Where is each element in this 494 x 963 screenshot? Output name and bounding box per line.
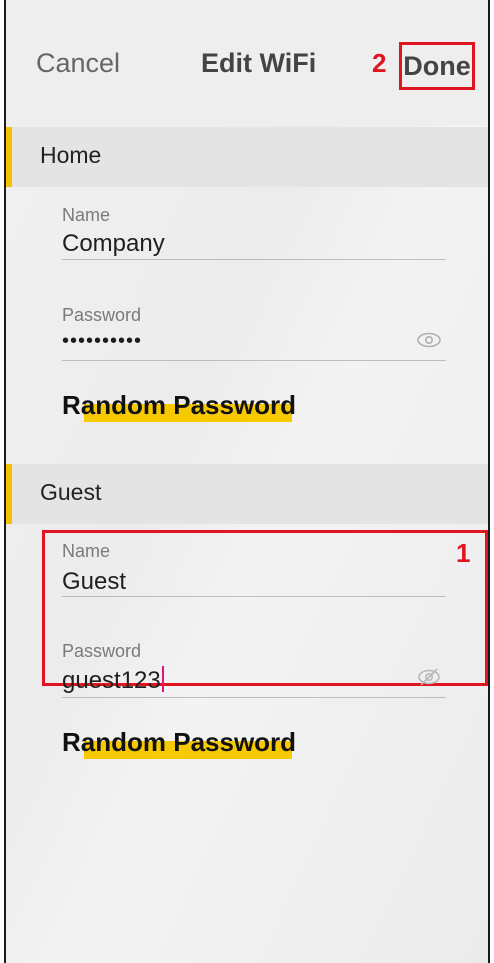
- guest-password-underline: [62, 697, 446, 698]
- guest-name-label: Name: [62, 541, 111, 561]
- section-header-home: Home: [6, 127, 488, 187]
- step-2-annotation: 2: [372, 48, 387, 78]
- section-header-guest: Guest: [6, 464, 488, 524]
- eye-icon[interactable]: [416, 330, 442, 350]
- section-label-guest: Guest: [40, 479, 102, 505]
- home-random-password-label: Random Password: [62, 390, 297, 420]
- cancel-button[interactable]: Cancel: [36, 48, 120, 79]
- page-title: Edit WiFi: [201, 48, 317, 78]
- guest-password-text: guest123: [62, 667, 161, 694]
- home-password-input[interactable]: ••••••••••: [62, 330, 142, 353]
- edit-wifi-screen: Cancel Edit WiFi 2 Done Home Name Compan…: [4, 0, 490, 963]
- home-name-input[interactable]: Company: [62, 230, 165, 258]
- guest-random-password-label: Random Password: [62, 727, 297, 757]
- top-bar: Cancel Edit WiFi 2 Done: [6, 0, 488, 125]
- guest-random-password-button[interactable]: Random Password: [62, 727, 296, 763]
- step-1-annotation: 1: [456, 538, 471, 568]
- home-name-label: Name: [62, 205, 111, 225]
- section-accent-bar: [6, 127, 12, 187]
- guest-password-input[interactable]: guest123: [62, 666, 164, 695]
- text-cursor: [161, 666, 164, 692]
- home-random-password-button[interactable]: Random Password: [62, 390, 296, 426]
- guest-name-underline: [62, 596, 446, 597]
- section-label-home: Home: [40, 142, 102, 168]
- section-accent-bar: [6, 464, 12, 524]
- home-name-underline: [62, 259, 446, 260]
- done-button-label: Done: [403, 50, 471, 81]
- home-password-underline: [62, 360, 446, 361]
- guest-password-label: Password: [62, 641, 142, 661]
- done-button[interactable]: Done: [399, 42, 475, 90]
- guest-name-input[interactable]: Guest: [62, 568, 126, 596]
- eye-off-icon[interactable]: [416, 667, 442, 687]
- home-password-label: Password: [62, 305, 142, 325]
